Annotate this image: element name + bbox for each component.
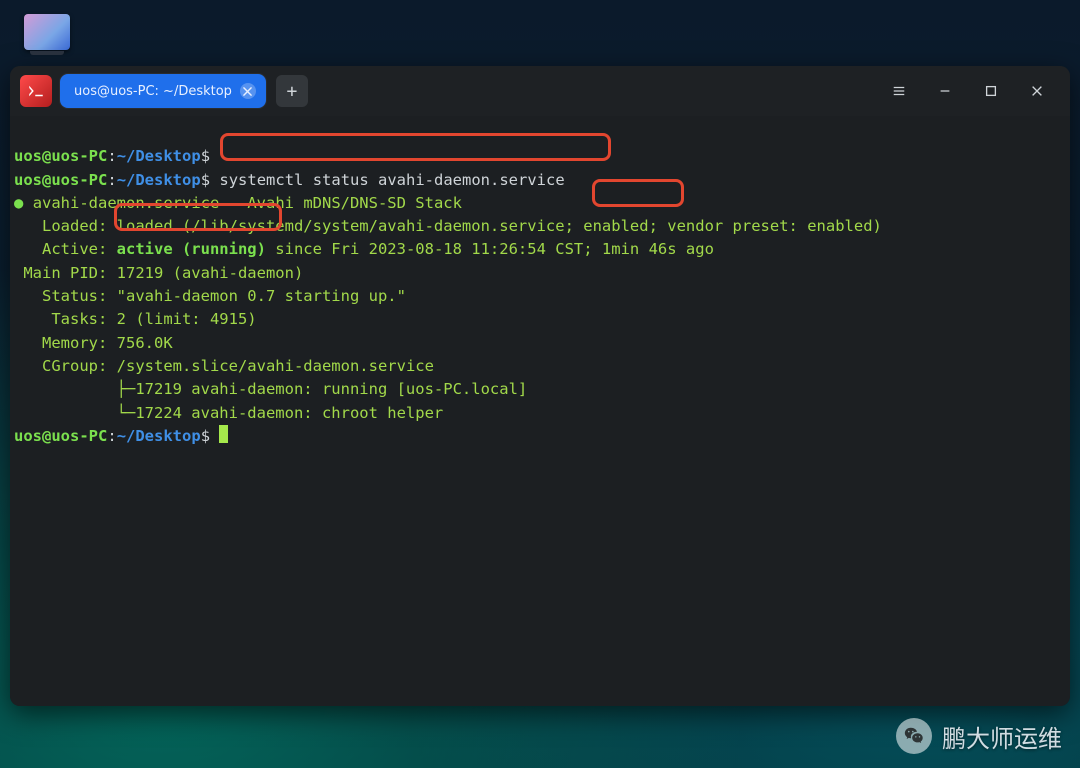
active-running: active (running) [117, 240, 266, 258]
cgroup-proc-1: ├─17219 avahi-daemon: running [uos-PC.lo… [14, 380, 527, 398]
hamburger-icon [892, 84, 906, 98]
close-icon [243, 87, 252, 96]
service-unit: avahi-daemon.service [33, 194, 220, 212]
cgroup-proc-2: └─17224 avahi-daemon: chroot helper [14, 404, 443, 422]
close-icon [1030, 84, 1044, 98]
highlight-enabled [592, 179, 684, 207]
main-pid: 17219 (avahi-daemon) [117, 264, 304, 282]
minimize-button[interactable] [922, 66, 968, 116]
tab-title: uos@uos-PC: ~/Desktop [74, 84, 232, 99]
command-text: systemctl status avahi-daemon.service [219, 171, 564, 189]
close-button[interactable] [1014, 66, 1060, 116]
maximize-icon [984, 84, 998, 98]
service-desc: Avahi mDNS/DNS-SD Stack [247, 194, 462, 212]
terminal-body[interactable]: uos@uos-PC:~/Desktop$ uos@uos-PC:~/Deskt… [10, 116, 1070, 706]
highlight-command [220, 133, 611, 161]
watermark: 鹏大师运维 [896, 718, 1062, 754]
tab-close-button[interactable] [240, 83, 256, 99]
menu-button[interactable] [876, 66, 922, 116]
minimize-icon [938, 84, 952, 98]
plus-icon: + [287, 81, 298, 102]
terminal-tab[interactable]: uos@uos-PC: ~/Desktop [60, 74, 266, 108]
maximize-button[interactable] [968, 66, 1014, 116]
new-tab-button[interactable]: + [276, 75, 308, 107]
cursor [219, 425, 228, 443]
wechat-icon [896, 718, 932, 754]
terminal-app-icon[interactable] [20, 75, 52, 107]
terminal-window: uos@uos-PC: ~/Desktop + uos@uos-PC:~/Des… [10, 66, 1070, 706]
desktop-app-icon[interactable] [24, 14, 70, 50]
prompt-user: uos [14, 147, 42, 165]
prompt-icon [27, 82, 45, 100]
titlebar: uos@uos-PC: ~/Desktop + [10, 66, 1070, 116]
prompt-host: uos-PC [51, 147, 107, 165]
prompt-path: ~/Desktop [117, 147, 201, 165]
enabled-text: enabled; [583, 217, 658, 235]
status-bullet: ● [14, 194, 23, 212]
watermark-text: 鹏大师运维 [942, 719, 1062, 754]
